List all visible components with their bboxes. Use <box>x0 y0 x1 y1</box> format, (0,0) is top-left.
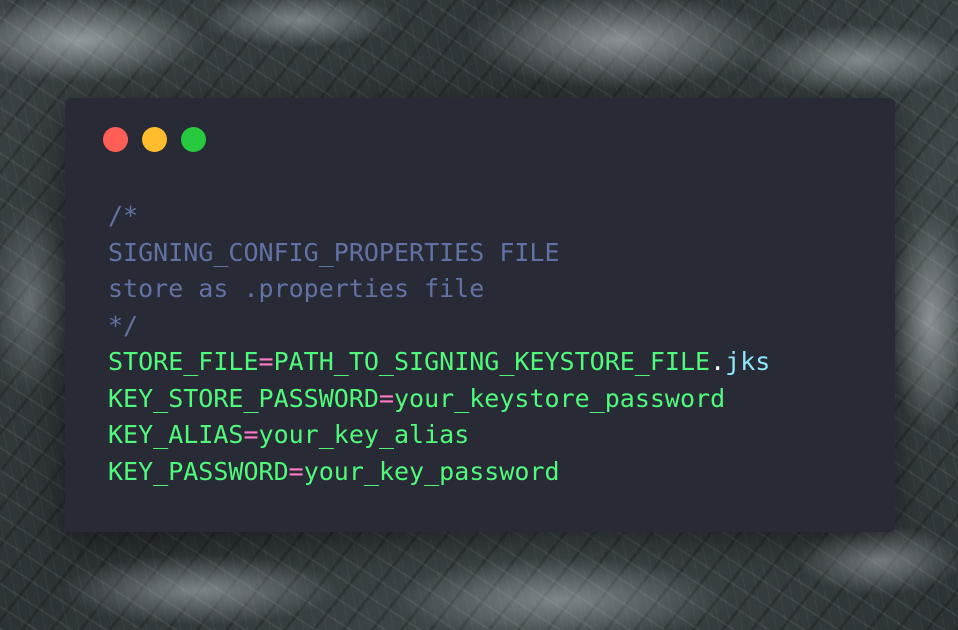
window-controls <box>103 127 206 152</box>
comment-close: */ <box>108 310 139 340</box>
comment-description: store as .properties file <box>108 274 485 303</box>
code-window: /* SIGNING_CONFIG_PROPERTIES FILE store as… <box>65 98 895 532</box>
comment-title: SIGNING_CONFIG_PROPERTIES FILE <box>108 237 560 267</box>
minimize-button[interactable] <box>142 127 167 152</box>
property-value: your_key_alias <box>258 420 470 449</box>
property-key: KEY_PASSWORD <box>108 456 289 486</box>
property-key: KEY_ALIAS <box>108 420 244 449</box>
code-line-key-alias: KEY_ALIAS=your_key_alias <box>108 417 770 454</box>
comment-open: /* <box>108 201 139 230</box>
assign-operator: = <box>378 383 394 413</box>
assign-operator: = <box>288 456 304 486</box>
code-line-key-store-password: KEY_STORE_PASSWORD=your_keystore_passwor… <box>108 381 770 418</box>
code-line-store-file: STORE_FILE=PATH_TO_SIGNING_KEYSTORE_FILE… <box>108 344 770 381</box>
code-line-key-password: KEY_PASSWORD=your_key_password <box>108 454 770 491</box>
file-extension: jks <box>725 347 771 376</box>
close-button[interactable] <box>103 127 128 152</box>
property-key: KEY_STORE_PASSWORD <box>108 383 379 413</box>
desktop-background: { "colors": { "window_bg": "#282a36", "c… <box>0 0 958 630</box>
code-block: /* SIGNING_CONFIG_PROPERTIES FILE store as… <box>108 198 770 490</box>
property-key: STORE_FILE <box>108 347 259 376</box>
assign-operator: = <box>243 420 259 449</box>
property-value: your_keystore_password <box>394 383 726 413</box>
dot-punctuation: . <box>710 347 726 376</box>
assign-operator: = <box>258 347 274 376</box>
maximize-button[interactable] <box>181 127 206 152</box>
property-value: PATH_TO_SIGNING_KEYSTORE_FILE <box>273 347 711 376</box>
property-value: your_key_password <box>303 456 560 486</box>
